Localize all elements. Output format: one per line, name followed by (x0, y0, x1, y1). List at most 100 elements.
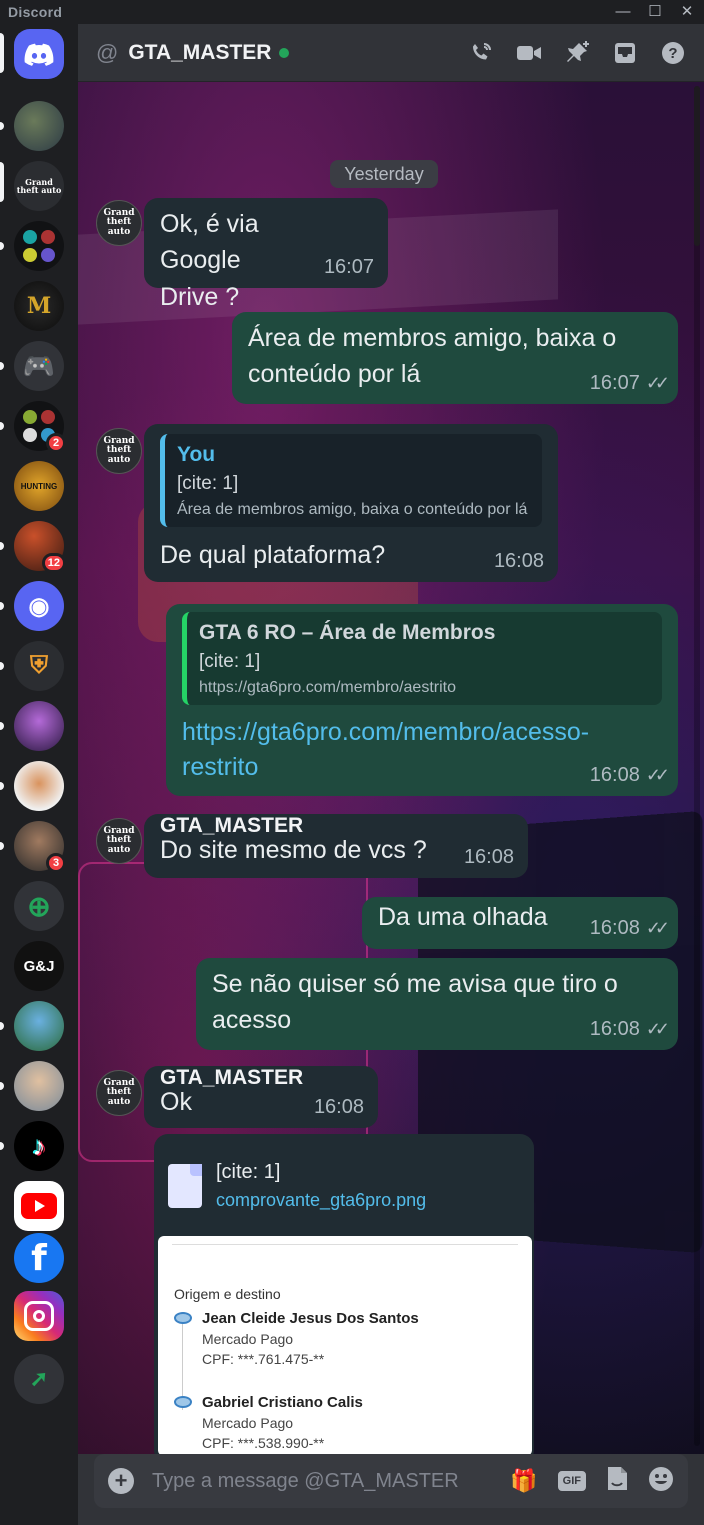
avatar[interactable]: Grand theft auto (96, 428, 142, 474)
read-ticks-icon: ✓✓ (645, 765, 670, 786)
bank-icon (174, 1396, 192, 1408)
pinned-messages-icon[interactable] (564, 40, 590, 66)
message-bubble-outgoing[interactable]: Área de membros amigo, baixa o conteúdo … (232, 312, 678, 404)
video-call-icon[interactable] (516, 40, 542, 66)
message-bubble-incoming[interactable]: Ok, é via Google Drive ? 16:07 (144, 198, 388, 311)
message-time: 16:08 (589, 917, 640, 939)
receipt-image[interactable]: Origem e destino Jean Cleide Jesus Dos S… (158, 1236, 532, 1454)
server-avatar-1[interactable] (14, 101, 64, 151)
quoted-reply[interactable]: You [cite: 1] Área de membros amigo, bai… (160, 434, 542, 528)
discord-logo-icon (24, 43, 54, 66)
message-time: 16:08 (313, 1096, 364, 1118)
message-text: Do site mesmo de vcs ? (160, 836, 427, 865)
facebook-icon: f (31, 1237, 47, 1279)
server-folder-2[interactable]: 2 (14, 401, 66, 453)
file-attachment[interactable]: [cite: 1] comprovante_gta6pro.png (168, 1158, 520, 1213)
preview-url: https://gta6pro.com/membro/aestrito (199, 678, 456, 696)
server-discord[interactable]: ◉ (14, 581, 64, 631)
message-text: Área de membros amigo, baixa o conteúdo … (248, 324, 617, 389)
server-tiktok[interactable]: ♪ (14, 1121, 64, 1171)
origin-bank: Mercado Pago (202, 1331, 294, 1347)
message-bubble-outgoing[interactable]: GTA 6 RO – Área de Membros [cite: 1] htt… (166, 604, 678, 796)
server-shield[interactable]: ⛨ (14, 641, 64, 691)
emoji-icon[interactable] (648, 1466, 674, 1497)
window-controls: — ☐ ✕ (614, 3, 696, 21)
avatar[interactable]: Grand theft auto (96, 200, 142, 246)
discord-window: Discord — ☐ ✕ Grand theft auto M 🎮 2 HUN… (0, 0, 704, 1525)
message-time: 16:07 (589, 372, 640, 394)
server-gaj[interactable]: G&J (14, 941, 64, 991)
direct-messages-button[interactable] (14, 29, 64, 79)
discover-button[interactable]: ➚ (14, 1354, 64, 1404)
message-bubble-incoming[interactable]: You [cite: 1] Área de membros amigo, bai… (144, 424, 558, 582)
quote-cite: [cite: 1] (177, 473, 239, 495)
help-icon[interactable]: ? (660, 40, 686, 66)
online-status-icon (279, 47, 290, 58)
voice-call-icon[interactable] (468, 40, 494, 66)
read-ticks-icon: ✓✓ (645, 918, 670, 939)
message-time: 16:08 (463, 846, 514, 868)
message-time: 16:07 (323, 256, 374, 278)
server-avatar-cap[interactable] (14, 1001, 64, 1051)
quote-text: Área de membros amigo, baixa o conteúdo … (177, 500, 528, 518)
message-bubble-incoming[interactable]: GTA_MASTER Do site mesmo de vcs ? 16:08 (144, 814, 528, 878)
destination-name: Gabriel Cristiano Calis (202, 1394, 363, 1411)
maximize-icon[interactable]: ☐ (646, 3, 664, 21)
unread-badge: 12 (41, 553, 66, 573)
server-avatar-figure[interactable] (14, 761, 64, 811)
svg-text:?: ? (668, 45, 677, 62)
server-rail: Grand theft auto M 🎮 2 HUNTING 12 ◉ ⛨ 3 … (0, 24, 78, 1525)
server-avatar-person[interactable] (14, 1061, 64, 1111)
gif-icon[interactable]: GIF (557, 1471, 586, 1491)
message-input-placeholder[interactable]: Type a message @GTA_MASTER (152, 1470, 510, 1493)
server-avatar-purple[interactable] (14, 701, 64, 751)
unread-badge: 3 (46, 853, 66, 873)
server-grand-theft-auto[interactable]: Grand theft auto (14, 161, 64, 211)
server-instagram[interactable] (14, 1291, 64, 1341)
link-preview[interactable]: GTA 6 RO – Área de Membros [cite: 1] htt… (182, 612, 662, 706)
server-m-logo[interactable]: M (14, 281, 64, 331)
gift-icon[interactable]: 🎁 (510, 1468, 537, 1494)
close-icon[interactable]: ✕ (678, 3, 696, 21)
avatar[interactable]: Grand theft auto (96, 818, 142, 864)
discord-icon: ◉ (28, 592, 50, 620)
destination-cpf: CPF: ***.538.990-** (202, 1435, 325, 1451)
dm-username[interactable]: GTA_MASTER (128, 41, 271, 65)
add-server-button[interactable]: ⊕ (14, 881, 64, 931)
server-folder-1[interactable] (14, 221, 64, 271)
message-composer: + Type a message @GTA_MASTER 🎁 GIF (78, 1454, 704, 1525)
message-time: 16:08 (493, 550, 544, 572)
date-divider: Yesterday (330, 160, 438, 188)
message-input-box[interactable]: + Type a message @GTA_MASTER 🎁 GIF (94, 1454, 688, 1508)
message-time: 16:08 (589, 764, 640, 786)
message-sender[interactable]: GTA_MASTER (160, 814, 512, 837)
message-bubble-outgoing[interactable]: Da uma olhada 16:08 ✓✓ (362, 897, 678, 949)
attach-plus-button[interactable]: + (108, 1468, 134, 1494)
server-avatar-man[interactable]: 3 (14, 821, 66, 873)
gamepad-icon: 🎮 (22, 350, 56, 381)
unread-badge: 2 (46, 433, 66, 453)
server-youtube[interactable] (14, 1181, 64, 1231)
file-name[interactable]: comprovante_gta6pro.png (216, 1187, 426, 1213)
origin-cpf: CPF: ***.761.475-** (202, 1351, 325, 1367)
server-avatar-red[interactable]: 12 (14, 521, 66, 573)
server-facebook[interactable]: f (14, 1233, 64, 1283)
message-sender[interactable]: GTA_MASTER (160, 1066, 362, 1089)
message-list[interactable]: Yesterday Grand theft auto Ok, é via Googl… (78, 82, 704, 1454)
compass-icon: ➚ (29, 1366, 49, 1391)
instagram-icon (24, 1301, 54, 1331)
origin-name: Jean Cleide Jesus Dos Santos (202, 1310, 419, 1327)
sticker-icon[interactable] (606, 1466, 628, 1497)
quote-author: You (177, 443, 216, 466)
message-bubble-outgoing[interactable]: Se não quiser só me avisa que tiro o ace… (196, 958, 678, 1050)
message-time: 16:08 (589, 1018, 640, 1040)
scrollbar-track[interactable] (694, 86, 700, 1446)
server-gamepad[interactable]: 🎮 (14, 341, 64, 391)
message-bubble-incoming[interactable]: GTA_MASTER Ok 16:08 (144, 1066, 378, 1128)
composer-toolbar: 🎁 GIF (510, 1466, 674, 1497)
minimize-icon[interactable]: — (614, 3, 632, 21)
inbox-icon[interactable] (612, 40, 638, 66)
avatar[interactable]: Grand theft auto (96, 1070, 142, 1116)
scrollbar-thumb[interactable] (694, 86, 700, 246)
server-hunting[interactable]: HUNTING (14, 461, 64, 511)
